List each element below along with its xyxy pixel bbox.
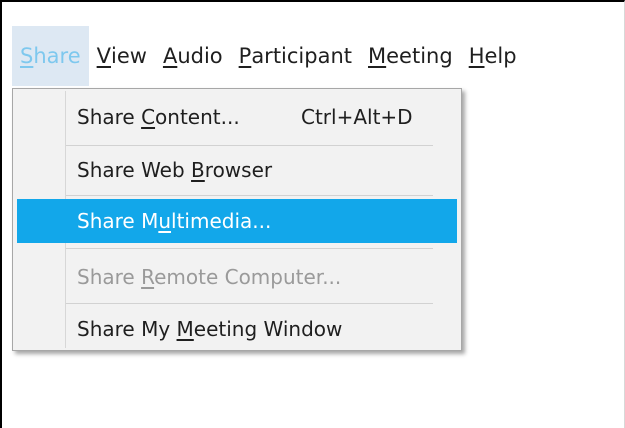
menu-view[interactable]: View: [89, 26, 155, 86]
menu-meeting[interactable]: Meeting: [360, 26, 461, 86]
share-content-shortcut: Ctrl+Alt+D: [301, 105, 413, 129]
menu-separator: [66, 195, 433, 196]
share-remote-computer-item: Share Remote Computer...: [77, 265, 342, 289]
share-my-meeting-window-item[interactable]: Share My Meeting Window: [17, 307, 457, 351]
menu-share[interactable]: Share: [12, 26, 89, 86]
menu-participant[interactable]: Participant: [231, 26, 360, 86]
share-web-browser-item[interactable]: Share Web Browser: [17, 148, 457, 192]
share-dropdown-menu: Share Content... Ctrl+Alt+D Share Web Br…: [12, 88, 462, 351]
menu-separator: [66, 145, 433, 146]
menu-separator: [66, 248, 433, 249]
menu-help[interactable]: Help: [461, 26, 525, 86]
menu-audio[interactable]: Audio: [155, 26, 231, 86]
share-content-item[interactable]: Share Content... Ctrl+Alt+D: [17, 95, 457, 139]
share-multimedia-item[interactable]: Share Multimedia...: [17, 199, 457, 243]
menu-separator: [66, 303, 433, 304]
menu-bar: Share View Audio Participant Meeting Hel…: [12, 26, 525, 86]
